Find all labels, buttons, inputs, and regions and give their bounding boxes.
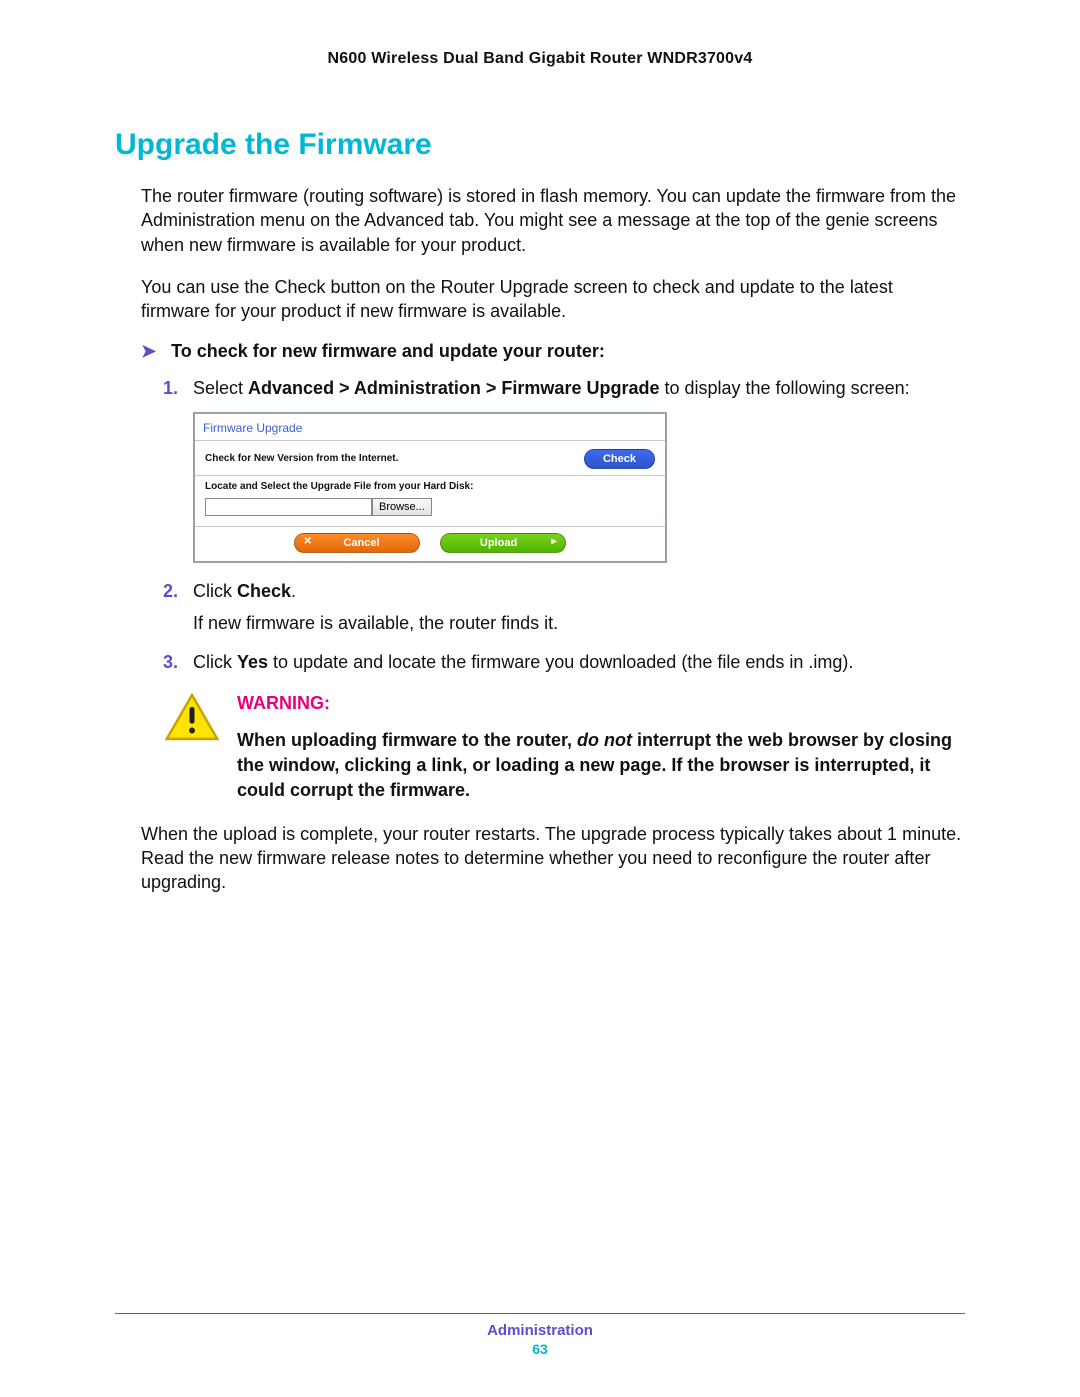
firmware-upgrade-panel: Firmware Upgrade Check for New Version f… <box>193 412 667 564</box>
cancel-button[interactable]: Cancel <box>294 533 420 553</box>
arrow-icon: ➤ <box>141 341 156 361</box>
check-button[interactable]: Check <box>584 449 655 469</box>
check-new-version-label: Check for New Version from the Internet. <box>205 452 398 466</box>
browse-button[interactable]: Browse... <box>372 498 432 516</box>
intro-paragraph-1: The router firmware (routing software) i… <box>141 184 965 257</box>
doc-header: N600 Wireless Dual Band Gigabit Router W… <box>115 50 965 68</box>
fw-panel-title: Firmware Upgrade <box>195 414 665 442</box>
warning-body: When uploading firmware to the router, d… <box>237 728 965 804</box>
step-1: Select Advanced > Administration > Firmw… <box>163 376 965 563</box>
upload-button[interactable]: Upload <box>440 533 566 553</box>
procedure-heading-text: To check for new firmware and update you… <box>171 341 605 361</box>
step-3: Click Yes to update and locate the firmw… <box>163 650 965 675</box>
file-path-input[interactable] <box>205 498 372 516</box>
warning-icon <box>165 693 219 804</box>
step-2-text: Click Check. <box>193 581 296 601</box>
closing-paragraph: When the upload is complete, your router… <box>141 822 965 895</box>
intro-paragraph-2: You can use the Check button on the Rout… <box>141 275 965 324</box>
step-2: Click Check. If new firmware is availabl… <box>163 579 965 635</box>
page-footer: Administration 63 <box>115 1313 965 1357</box>
warning-label: WARNING: <box>237 693 965 714</box>
locate-file-label: Locate and Select the Upgrade File from … <box>205 480 655 494</box>
step-2-subtext: If new firmware is available, the router… <box>193 611 965 636</box>
step-3-text: Click Yes to update and locate the firmw… <box>193 652 853 672</box>
section-title: Upgrade the Firmware <box>115 128 965 162</box>
footer-section: Administration <box>115 1322 965 1339</box>
procedure-heading: ➤ To check for new firmware and update y… <box>141 341 965 362</box>
step-1-text: Select Advanced > Administration > Firmw… <box>193 378 910 398</box>
warning-block: WARNING: When uploading firmware to the … <box>165 693 965 804</box>
footer-page-number: 63 <box>115 1341 965 1357</box>
